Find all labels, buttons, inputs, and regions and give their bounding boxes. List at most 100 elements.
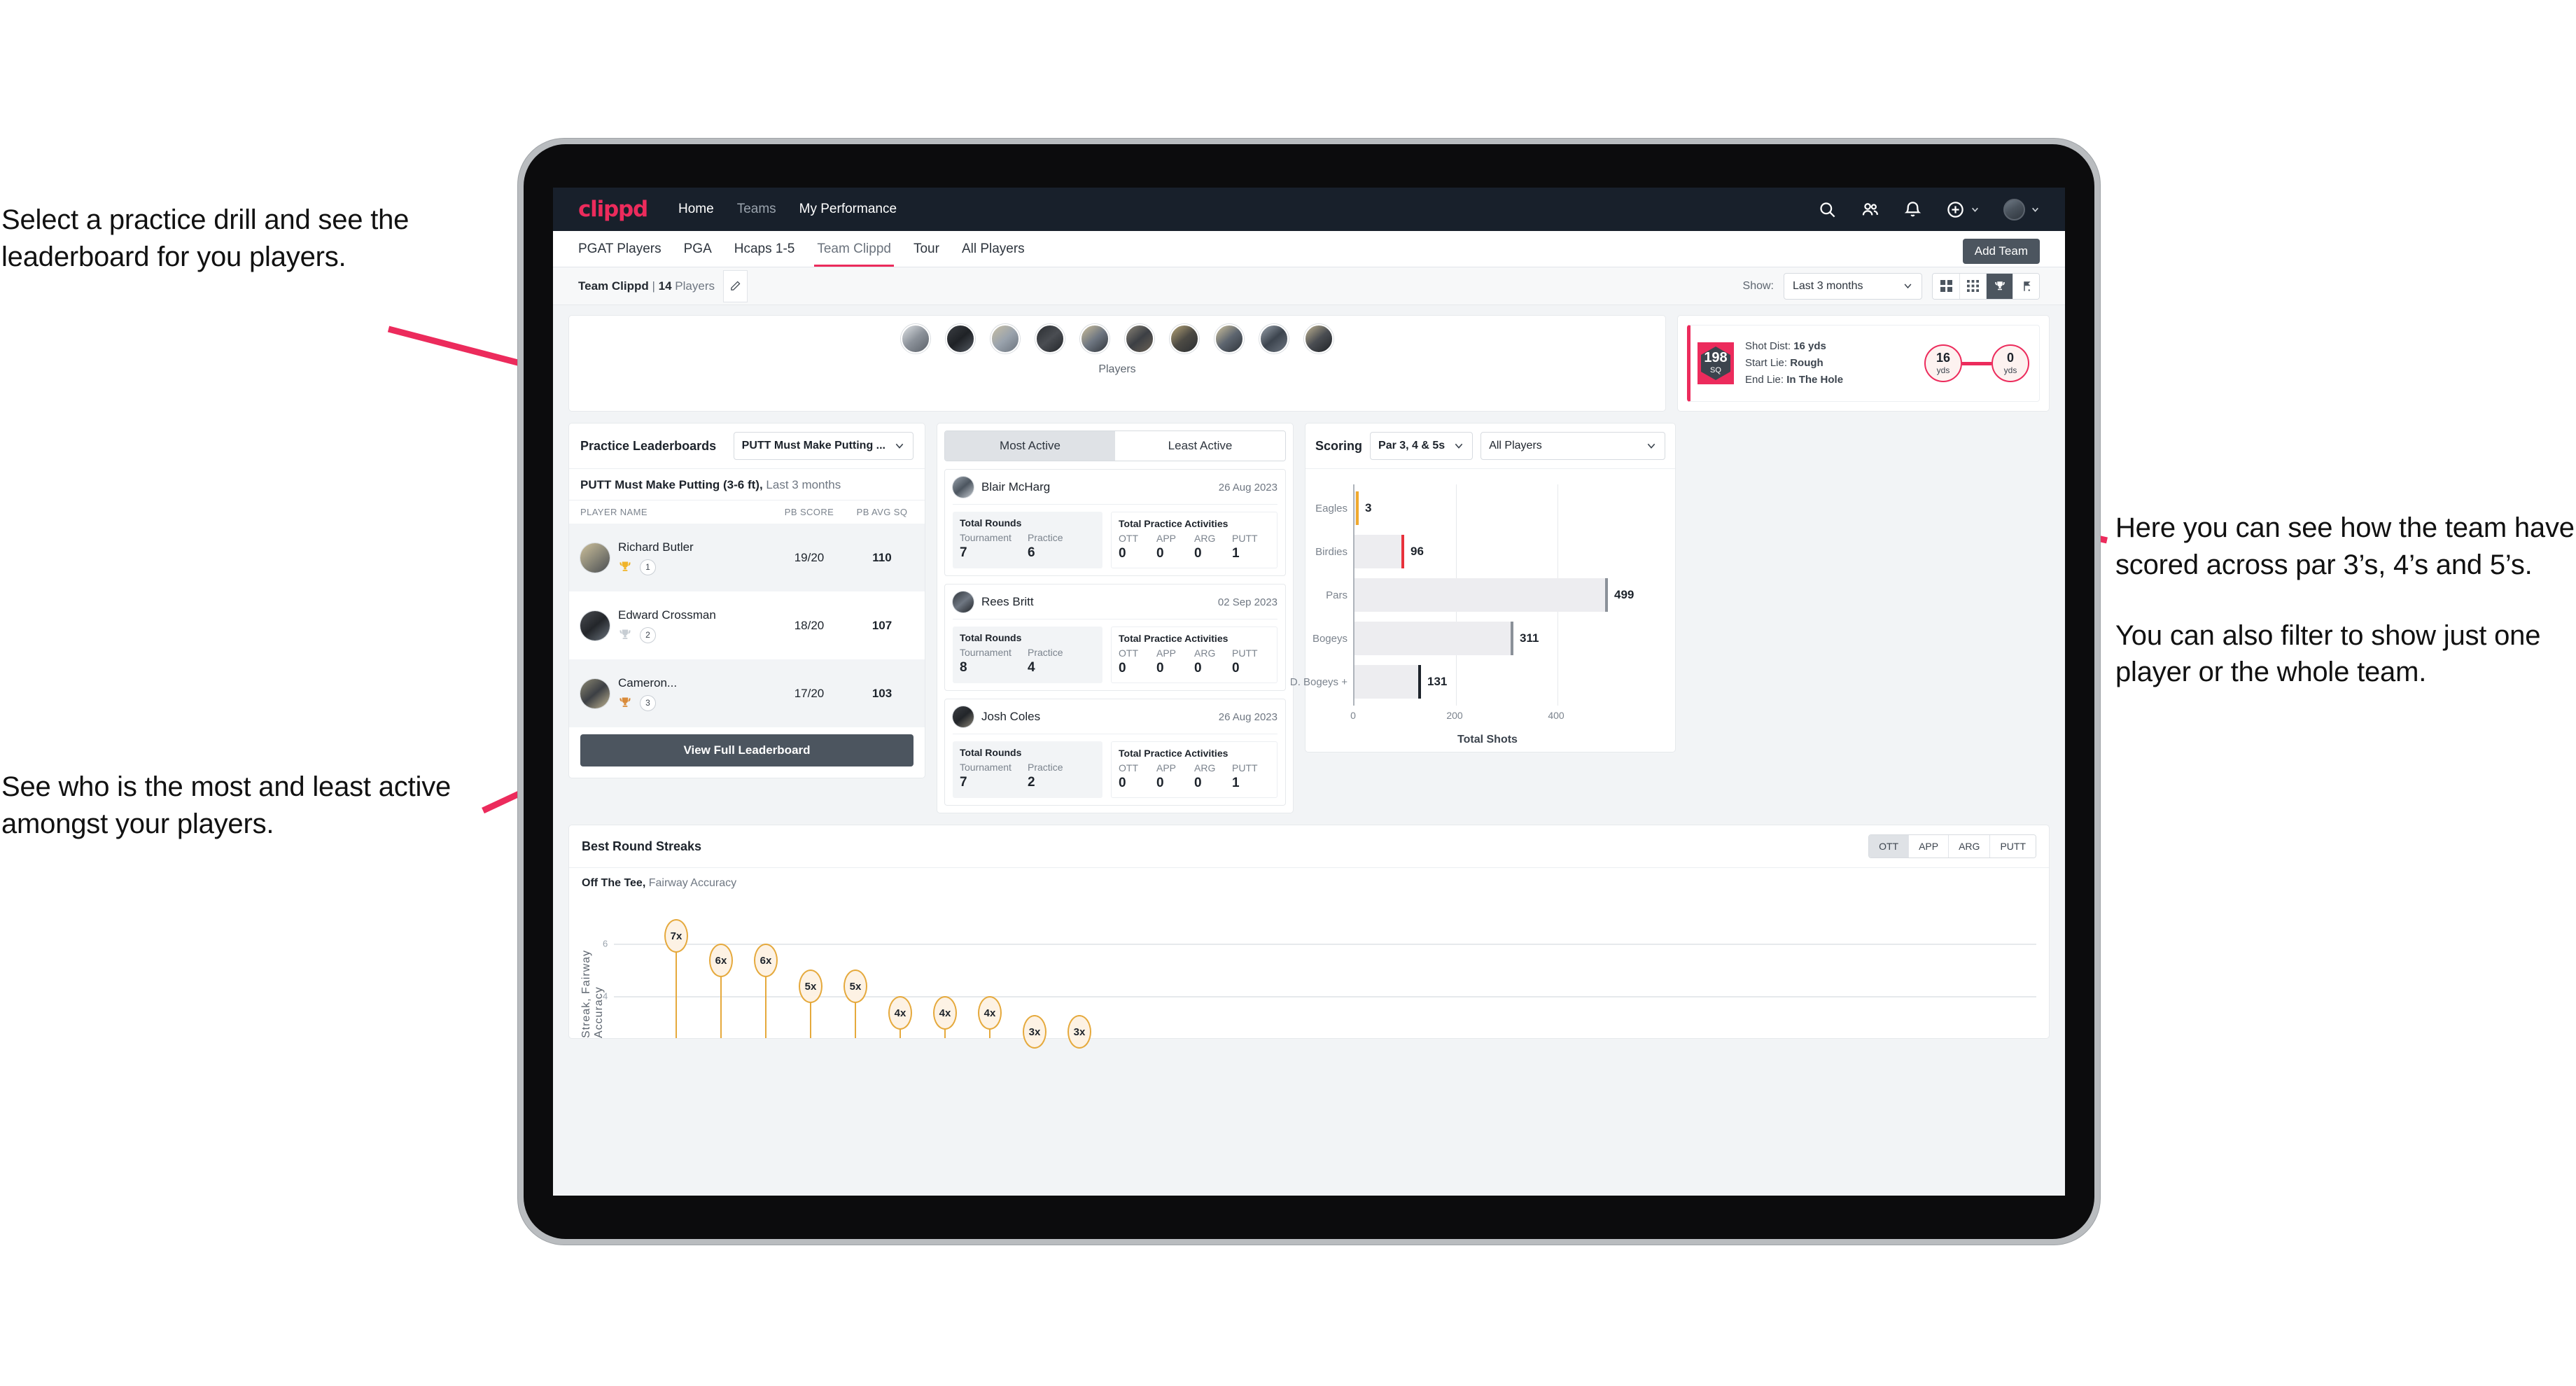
practice-leaderboard-card: Practice Leaderboards PUTT Must Make Put… bbox=[568, 423, 925, 778]
avatar[interactable] bbox=[2003, 198, 2025, 220]
grid-small-icon bbox=[1967, 280, 1979, 292]
streak-marker[interactable]: 4x bbox=[933, 996, 957, 1030]
streak-marker[interactable]: 5x bbox=[799, 969, 822, 1003]
chevron-down-icon bbox=[1647, 443, 1656, 449]
player-avatar[interactable] bbox=[1080, 324, 1110, 354]
activity-header: Rees Britt 02 Sep 2023 bbox=[953, 592, 1278, 620]
primary-nav: Home Teams My Performance bbox=[678, 202, 897, 217]
list-item[interactable]: Josh Coles 26 Aug 2023 Total Rounds Tour… bbox=[944, 699, 1286, 806]
trophy-icon bbox=[620, 561, 631, 571]
tab-least-active[interactable]: Least Active bbox=[1115, 431, 1285, 461]
streak-marker[interactable]: 5x bbox=[844, 969, 867, 1003]
segment-putt[interactable]: PUTT bbox=[1989, 835, 2036, 858]
bar-label: Pars bbox=[1326, 589, 1348, 601]
tab-pgat-players[interactable]: PGAT Players bbox=[578, 231, 673, 267]
add-menu[interactable] bbox=[1946, 200, 1980, 219]
annotation-left-top: Select a practice drill and see the lead… bbox=[1, 202, 533, 276]
view-toggle-grid-large[interactable] bbox=[1933, 273, 1959, 299]
leaderboard-drill-name: PUTT Must Make Putting (3-6 ft), bbox=[580, 478, 763, 491]
tab-tour[interactable]: Tour bbox=[902, 231, 951, 267]
pencil-icon bbox=[731, 281, 741, 290]
app-value: 0 bbox=[1156, 776, 1164, 790]
app-screen: clippd Home Teams My Performance PGAT Pl… bbox=[553, 188, 2065, 1196]
streaks-plot-area: 6 4 7x 6x 6x 5x 5x 4x 4x 4x 3x 3x bbox=[603, 905, 2036, 1049]
top-navbar: clippd Home Teams My Performance bbox=[553, 188, 2065, 231]
streak-marker[interactable]: 6x bbox=[709, 944, 733, 977]
shot-detail-lines: Shot Dist: 16 yds Start Lie: Rough End L… bbox=[1745, 338, 1843, 389]
tab-most-active[interactable]: Most Active bbox=[945, 431, 1115, 461]
grid-large-icon bbox=[1940, 280, 1952, 292]
shot-dist-value: 16 yds bbox=[1793, 340, 1826, 352]
tab-hcaps-1-5[interactable]: Hcaps 1-5 bbox=[723, 231, 806, 267]
table-row[interactable]: Edward Crossman 2 18/20 107 bbox=[569, 592, 925, 659]
player-avatar[interactable] bbox=[990, 324, 1020, 354]
list-item[interactable]: Blair McHarg 26 Aug 2023 Total Rounds To… bbox=[944, 469, 1286, 576]
activity-date: 02 Sep 2023 bbox=[1217, 596, 1278, 608]
player-avatars bbox=[901, 324, 1334, 354]
view-toggle-grid-small[interactable] bbox=[1959, 273, 1986, 299]
scoring-bars: Eagles 3 Birdies 96 Pars 499 Bogeys 311 … bbox=[1290, 484, 1662, 706]
list-item[interactable]: Rees Britt 02 Sep 2023 Total Rounds Tour… bbox=[944, 584, 1286, 691]
bar-label: Birdies bbox=[1315, 545, 1348, 558]
player-avatar[interactable] bbox=[1214, 324, 1244, 354]
edit-team-button[interactable] bbox=[722, 270, 748, 302]
view-toggle-trophy[interactable] bbox=[1986, 273, 2012, 299]
segment-arg[interactable]: ARG bbox=[1948, 835, 1990, 858]
practice-activities-block: Total Practice Activities OTT 0 APP 0 ARG 0… bbox=[1111, 512, 1278, 568]
total-rounds-title: Total Rounds bbox=[960, 517, 1022, 528]
nav-link-my-performance[interactable]: My Performance bbox=[799, 202, 897, 217]
activity-body: Total Rounds Tournament 7 Practice 2 Total… bbox=[953, 741, 1278, 798]
player-avatar[interactable] bbox=[946, 324, 975, 354]
y-tick: 4 bbox=[603, 990, 608, 1002]
putt-value: 1 bbox=[1232, 776, 1240, 790]
streak-marker[interactable]: 4x bbox=[978, 996, 1002, 1030]
streak-marker[interactable]: 3x bbox=[1023, 1015, 1046, 1049]
player-avatar[interactable] bbox=[1125, 324, 1154, 354]
bell-icon[interactable] bbox=[1903, 200, 1922, 219]
tablet-frame: clippd Home Teams My Performance PGAT Pl… bbox=[518, 139, 2100, 1245]
player-avatar[interactable] bbox=[1304, 324, 1334, 354]
nav-link-home[interactable]: Home bbox=[678, 202, 714, 217]
player-avatar[interactable] bbox=[1170, 324, 1199, 354]
date-range-select[interactable]: Last 3 months bbox=[1784, 272, 1922, 300]
add-team-button[interactable]: Add Team bbox=[1962, 239, 2040, 264]
practice-activities-block: Total Practice Activities OTT 0 APP 0 ARG 0… bbox=[1111, 626, 1278, 683]
streak-marker[interactable]: 7x bbox=[664, 919, 688, 953]
player-avatar[interactable] bbox=[1259, 324, 1289, 354]
clippd-logo[interactable]: clippd bbox=[578, 197, 648, 222]
app-value: 0 bbox=[1156, 546, 1164, 561]
nav-link-teams[interactable]: Teams bbox=[737, 202, 776, 217]
drill-select[interactable]: PUTT Must Make Putting ... bbox=[733, 432, 913, 460]
table-row[interactable]: Cameron... 3 17/20 103 bbox=[569, 659, 925, 727]
segment-ott[interactable]: OTT bbox=[1869, 835, 1909, 858]
plus-circle-icon[interactable] bbox=[1946, 200, 1965, 219]
people-icon[interactable] bbox=[1861, 200, 1879, 219]
segment-app[interactable]: APP bbox=[1908, 835, 1949, 858]
gridline: 6 bbox=[603, 939, 2036, 949]
player-name: Blair McHarg bbox=[981, 480, 1051, 493]
trophy-icon bbox=[620, 629, 631, 639]
profile-menu[interactable] bbox=[2003, 198, 2040, 220]
search-icon[interactable] bbox=[1818, 200, 1837, 219]
view-full-leaderboard-button[interactable]: View Full Leaderboard bbox=[580, 734, 913, 766]
par-select[interactable]: Par 3, 4 & 5s bbox=[1370, 432, 1474, 460]
chevron-down-icon[interactable] bbox=[2031, 205, 2040, 214]
player-avatar[interactable] bbox=[901, 324, 930, 354]
player-name: Edward Crossman bbox=[618, 608, 716, 622]
player-filter-select[interactable]: All Players bbox=[1480, 432, 1665, 460]
tab-team-clippd[interactable]: Team Clippd bbox=[806, 231, 902, 267]
player-avatar[interactable] bbox=[1035, 324, 1065, 354]
practice-values: OTT 0 APP 0 ARG 0 PUTT 1 bbox=[1119, 762, 1270, 791]
streaks-metric-detail: Fairway Accuracy bbox=[648, 877, 737, 889]
x-tick: 400 bbox=[1548, 710, 1564, 721]
ott-value: 0 bbox=[1119, 661, 1126, 676]
chevron-down-icon[interactable] bbox=[1970, 205, 1980, 214]
bar-eagles: Eagles 3 bbox=[1315, 491, 1371, 525]
streak-marker[interactable]: 4x bbox=[888, 996, 912, 1030]
streak-marker[interactable]: 3x bbox=[1068, 1015, 1091, 1049]
view-toggle-flag[interactable] bbox=[2012, 273, 2039, 299]
tab-pga[interactable]: PGA bbox=[673, 231, 723, 267]
streak-marker[interactable]: 6x bbox=[754, 944, 778, 977]
table-row[interactable]: Richard Butler 1 19/20 110 bbox=[569, 524, 925, 592]
tab-all-players[interactable]: All Players bbox=[951, 231, 1036, 267]
